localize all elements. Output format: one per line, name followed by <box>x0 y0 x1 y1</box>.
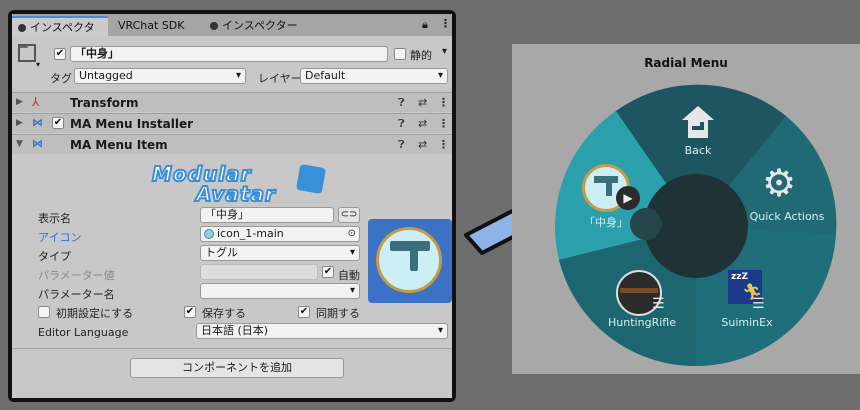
back-house-icon[interactable] <box>680 104 716 140</box>
type-dropdown[interactable]: トグル <box>200 245 360 261</box>
tag-dropdown[interactable]: Untagged <box>74 68 246 84</box>
chevron-right-icon[interactable]: ▶ <box>16 97 23 107</box>
auto-label: 自動 <box>338 269 360 282</box>
active-checkbox[interactable]: ✔ <box>54 48 66 60</box>
water-gun-grip-icon <box>606 182 612 196</box>
param-name-label: パラメーター名 <box>38 288 115 301</box>
zzz-icon: zzZ <box>731 272 749 282</box>
more-menu-icon[interactable]: ⋮ <box>438 96 449 109</box>
modular-avatar-icon: ⋈ <box>32 116 43 129</box>
info-icon <box>18 24 26 32</box>
chevron-down-icon[interactable]: ▾ <box>36 60 40 69</box>
type-label: タイプ <box>38 250 71 263</box>
radial-label-hunting-rifle: HuntingRifle <box>608 316 676 329</box>
layer-dropdown[interactable]: Default <box>300 68 448 84</box>
inspector-window: インスペクター VRChat SDK インスペクター 🔒︎ ⋮ ▾ ✔ 「中身」… <box>8 10 456 402</box>
link-button[interactable]: ⊂⊃ <box>338 207 360 223</box>
chevron-down-icon[interactable]: ▼ <box>16 139 23 149</box>
icon-preview <box>368 219 452 303</box>
radial-menu-panel: Radial Menu Back ⚙ Quick Actions ▶ 「中身」 … <box>512 44 860 374</box>
help-icon[interactable]: ❓︎ <box>398 138 405 152</box>
auto-checkbox[interactable]: ✔ <box>322 266 334 278</box>
submenu-list-icon: ☰ <box>752 296 765 312</box>
logo-text: Avatar <box>195 181 276 207</box>
play-icon[interactable]: ▶ <box>616 186 640 210</box>
static-checkbox[interactable] <box>394 48 406 60</box>
tab-inspector-2[interactable]: インスペクター <box>204 16 304 36</box>
more-menu-icon[interactable]: ⋮ <box>440 17 451 30</box>
static-label: 静的 <box>410 49 432 62</box>
icon-field[interactable]: icon_1-main ⊙ <box>200 226 360 242</box>
radial-label-back: Back <box>684 144 712 157</box>
chevron-down-icon[interactable]: ▾ <box>350 284 355 298</box>
param-value-field[interactable] <box>200 264 318 280</box>
transform-icon: ⅄ <box>32 95 40 109</box>
more-menu-icon[interactable]: ⋮ <box>438 138 449 151</box>
enable-checkbox[interactable]: ✔ <box>52 117 64 129</box>
editor-language-dropdown[interactable]: 日本語 (日本) <box>196 323 448 339</box>
icon-preview-circle <box>376 227 442 293</box>
save-label: 保存する <box>202 307 246 320</box>
modular-avatar-logo: Modular Avatar <box>151 160 332 207</box>
inspector-content: インスペクター VRChat SDK インスペクター 🔒︎ ⋮ ▾ ✔ 「中身」… <box>12 14 452 398</box>
tab-inspector[interactable]: インスペクター <box>12 16 108 54</box>
display-name-label: 表示名 <box>38 212 71 225</box>
component-transform-header[interactable]: ▶ ⅄ Transform ❓︎ ⇄ ⋮ <box>12 92 452 112</box>
rifle-icon-body <box>620 288 658 293</box>
logo-box-icon <box>295 163 327 195</box>
water-gun-grip-icon <box>410 249 418 271</box>
gear-icon[interactable]: ⚙ <box>762 164 796 202</box>
default-checkbox[interactable] <box>38 306 50 318</box>
gameobject-cube-icon <box>18 44 36 62</box>
settings-sliders-icon[interactable]: ⇄ <box>418 96 427 109</box>
help-icon[interactable]: ❓︎ <box>398 117 405 131</box>
component-title: MA Menu Installer <box>70 117 194 131</box>
add-component-button[interactable]: コンポーネントを追加 <box>130 358 344 378</box>
radial-menu-title: Radial Menu <box>644 56 728 70</box>
display-name-field[interactable]: 「中身」 <box>200 207 334 223</box>
chevron-right-icon[interactable]: ▶ <box>16 118 23 128</box>
lock-icon[interactable]: 🔒︎ <box>422 18 428 32</box>
icon-label: アイコン <box>38 231 82 244</box>
object-name-field[interactable]: 「中身」 <box>70 46 388 62</box>
param-name-field[interactable]: ▾ <box>200 283 360 299</box>
sync-checkbox[interactable]: ✔ <box>298 306 310 318</box>
more-menu-icon[interactable]: ⋮ <box>438 117 449 130</box>
tag-label: タグ <box>50 72 72 85</box>
component-menu-item-header[interactable]: ▼ ⋈ MA Menu Item ❓︎ ⇄ ⋮ <box>12 134 452 154</box>
icon-thumbnail-icon <box>204 229 214 239</box>
sync-label: 同期する <box>316 307 360 320</box>
component-menu-installer-header[interactable]: ▶ ⋈ ✔ MA Menu Installer ❓︎ ⇄ ⋮ <box>12 113 452 133</box>
component-title: MA Menu Item <box>70 138 168 152</box>
submenu-list-icon: ☰ <box>652 296 665 312</box>
divider <box>12 348 452 349</box>
help-icon[interactable]: ❓︎ <box>398 96 405 110</box>
save-checkbox[interactable]: ✔ <box>184 306 196 318</box>
tab-bar: インスペクター VRChat SDK インスペクター 🔒︎ ⋮ <box>12 14 452 54</box>
info-icon <box>210 22 218 30</box>
default-label: 初期設定にする <box>56 307 134 320</box>
static-dropdown-icon[interactable]: ▾ <box>442 46 447 57</box>
radial-label-current: 「中身」 <box>584 216 628 229</box>
tab-vrchat-sdk[interactable]: VRChat SDK <box>112 16 202 36</box>
settings-sliders-icon[interactable]: ⇄ <box>418 117 427 130</box>
editor-language-label: Editor Language <box>38 326 129 339</box>
settings-sliders-icon[interactable]: ⇄ <box>418 138 427 151</box>
target-picker-icon[interactable]: ⊙ <box>348 227 356 241</box>
modular-avatar-icon: ⋈ <box>32 137 43 150</box>
param-value-label: パラメーター値 <box>38 269 115 282</box>
component-title: Transform <box>70 96 139 110</box>
layer-label: レイヤー <box>258 72 302 85</box>
radial-label-suimin-ex: SuiminEx <box>721 316 773 329</box>
radial-label-quick-actions: Quick Actions <box>749 210 825 223</box>
